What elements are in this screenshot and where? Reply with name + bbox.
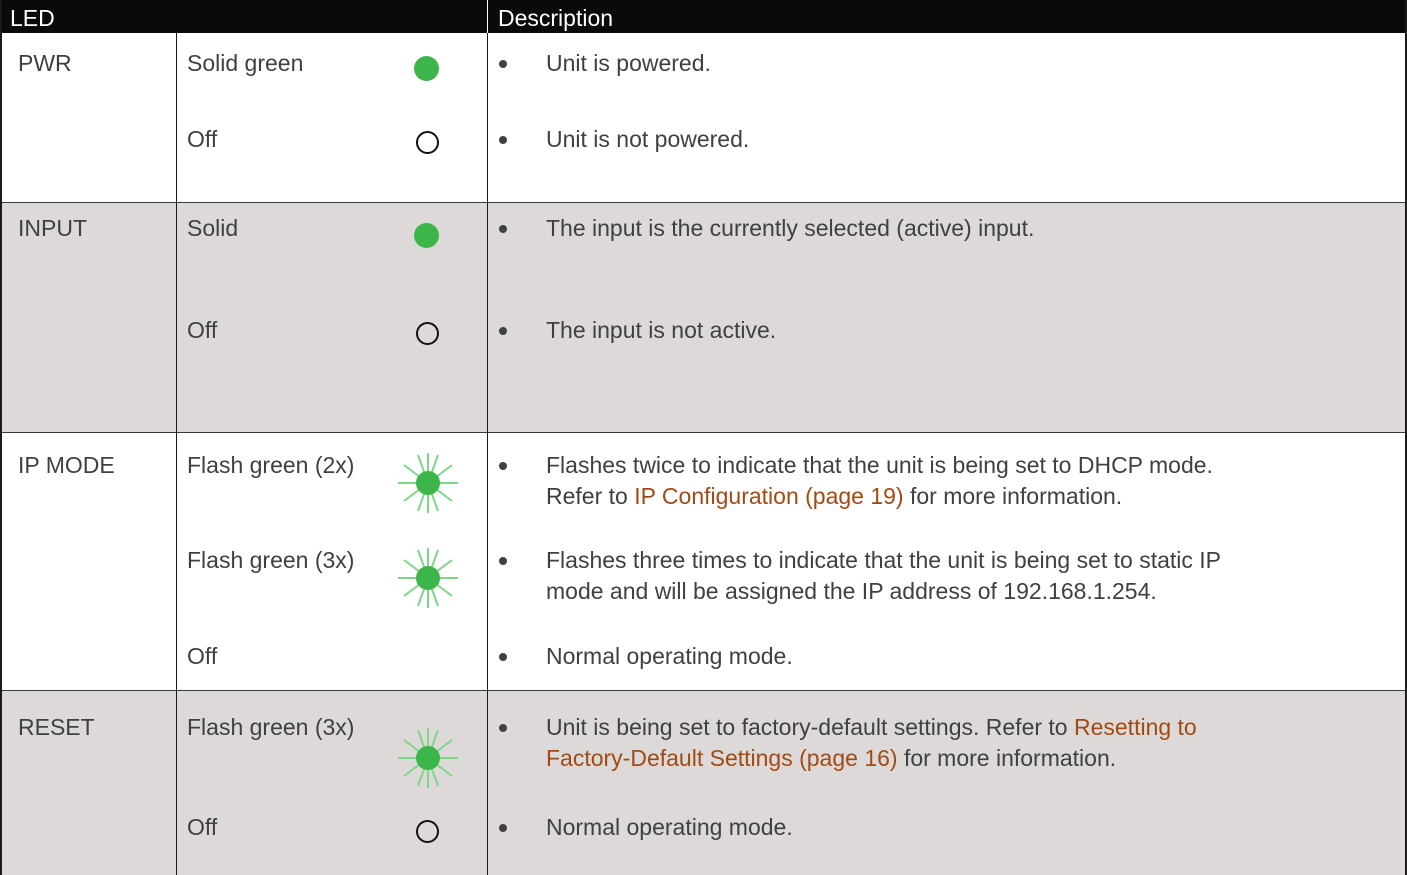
description-text-line2: Factory-Default Settings (page 16) for m…: [546, 745, 1117, 771]
description-text: The input is the currently selected (act…: [546, 215, 1035, 241]
off-circle-icon: [416, 131, 439, 154]
description-text-line2: mode and will be assigned the IP address…: [546, 578, 1157, 604]
state-label: Off: [187, 126, 218, 152]
row-divider: [0, 202, 1407, 203]
bullet-icon: [499, 653, 507, 661]
description-text: Unit is not powered.: [546, 126, 750, 152]
column-divider: [176, 33, 177, 875]
solid-dot-icon: [414, 223, 439, 248]
led-name-ip-mode: IP MODE: [18, 452, 115, 478]
state-label: Flash green (3x): [187, 547, 355, 573]
description-text: Unit is powered.: [546, 50, 711, 76]
bullet-icon: [499, 225, 507, 233]
state-label: Off: [187, 643, 218, 669]
header-led: LED: [10, 5, 55, 31]
bullet-icon: [499, 557, 507, 565]
column-divider: [487, 33, 488, 875]
state-label: Flash green (2x): [187, 452, 355, 478]
row-divider: [0, 690, 1407, 691]
description-text: Flashes twice to indicate that the unit …: [546, 452, 1213, 478]
solid-dot-icon: [414, 56, 439, 81]
bullet-icon: [499, 462, 507, 470]
state-label: Solid green: [187, 50, 304, 76]
bullet-icon: [499, 327, 507, 335]
resetting-link[interactable]: Resetting to: [1074, 714, 1197, 740]
table-left-border: [0, 0, 2, 875]
state-label: Flash green (3x): [187, 714, 355, 740]
state-label: Solid: [187, 215, 239, 241]
bullet-icon: [499, 824, 507, 832]
bullet-icon: [499, 60, 507, 68]
description-text-line2: Refer to IP Configuration (page 19) for …: [546, 483, 1123, 509]
led-name-input: INPUT: [18, 215, 87, 241]
off-circle-icon: [416, 820, 439, 843]
bullet-icon: [499, 724, 507, 732]
description-text: Flashes three times to indicate that the…: [546, 547, 1222, 573]
description-text: The input is not active.: [546, 317, 777, 343]
description-text: Unit is being set to factory-default set…: [546, 714, 1197, 740]
off-circle-icon: [416, 322, 439, 345]
led-name-pwr: PWR: [18, 50, 72, 76]
flashing-led-icon: [398, 728, 458, 788]
bullet-icon: [499, 136, 507, 144]
row-divider: [0, 432, 1407, 433]
flashing-led-icon: [398, 453, 458, 513]
table-header: LED Description: [0, 0, 1407, 33]
description-text: Normal operating mode.: [546, 814, 793, 840]
ip-configuration-link[interactable]: IP Configuration (page 19): [634, 483, 903, 509]
header-divider: [487, 0, 488, 33]
led-name-reset: RESET: [18, 714, 95, 740]
state-label: Off: [187, 317, 218, 343]
resetting-link-cont[interactable]: Factory-Default Settings (page 16): [546, 745, 898, 771]
flashing-led-icon: [398, 548, 458, 608]
led-status-table: LED Description PWR Solid green Unit is …: [0, 0, 1407, 875]
state-label: Off: [187, 814, 218, 840]
description-text: Normal operating mode.: [546, 643, 793, 669]
header-description: Description: [498, 5, 614, 31]
